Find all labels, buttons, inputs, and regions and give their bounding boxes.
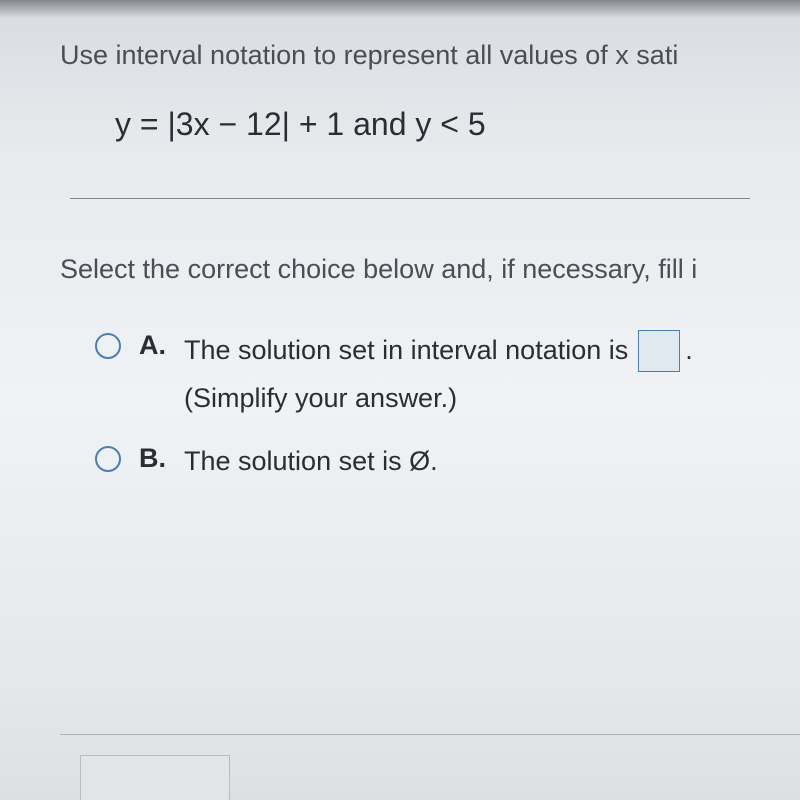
- radio-b[interactable]: [95, 446, 121, 472]
- choice-a-text: The solution set in interval notation is: [184, 332, 628, 370]
- choice-b-text: The solution set is Ø.: [184, 446, 438, 476]
- equation-text: y = |3x − 12| + 1 and y < 5: [115, 106, 750, 143]
- bottom-button-partial[interactable]: [80, 755, 230, 800]
- radio-a[interactable]: [95, 333, 121, 359]
- divider-line: [70, 198, 750, 199]
- choice-b[interactable]: B. The solution set is Ø.: [95, 443, 750, 481]
- choice-a[interactable]: A. The solution set in interval notation…: [95, 330, 750, 418]
- period: .: [685, 332, 693, 370]
- choice-b-label: B.: [139, 443, 166, 474]
- instruction-text: Select the correct choice below and, if …: [60, 254, 750, 285]
- choices-group: A. The solution set in interval notation…: [95, 330, 750, 481]
- question-prompt: Use interval notation to represent all v…: [60, 40, 750, 71]
- choice-a-label: A.: [139, 330, 166, 361]
- bottom-separator: [60, 734, 800, 735]
- choice-a-sub: (Simplify your answer.): [184, 380, 693, 418]
- answer-input-box[interactable]: [638, 330, 680, 372]
